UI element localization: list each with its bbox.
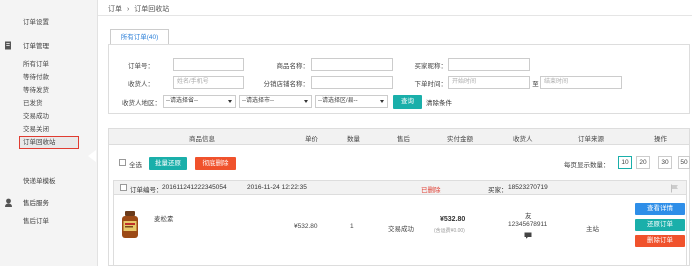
column-header: 操作	[654, 136, 667, 143]
product-image[interactable]	[121, 211, 139, 239]
sidebar-group-express: 快递单模板	[0, 175, 98, 188]
order-source: 主站	[586, 226, 599, 233]
delete-order-button[interactable]: 删除订单	[635, 235, 685, 247]
select-all-label: 全选	[129, 162, 142, 169]
city-select[interactable]: --请选择市--	[239, 95, 312, 108]
province-select[interactable]: --请选择省--	[163, 95, 236, 108]
breadcrumb-root[interactable]: 订单	[108, 6, 122, 13]
page-size-10[interactable]: 10	[618, 156, 632, 169]
paid-amount: ¥532.80	[440, 216, 466, 223]
order-checkbox[interactable]	[120, 184, 127, 191]
sidebar-group-title: 订单管理	[23, 43, 49, 50]
receiver-label: 收货人：	[128, 81, 154, 88]
buyer-label: 买家：	[488, 187, 508, 194]
page-size-label: 每页显示数量：	[564, 162, 610, 169]
end-time-input[interactable]: 结束时间	[540, 76, 622, 89]
active-pointer-icon	[88, 150, 96, 162]
chevron-down-icon	[380, 100, 384, 103]
headset-icon	[4, 198, 13, 207]
sidebar-item-after-sale-orders[interactable]: 售后订单	[0, 215, 98, 228]
product-name-label: 商品名称：	[276, 63, 310, 70]
shop-name-label: 分销店铺名称：	[263, 81, 310, 88]
view-details-button[interactable]: 查看详情	[635, 203, 685, 215]
column-header: 收货人	[513, 136, 533, 143]
sidebar: 订单设置 订单管理 所有订单 等待付款 等待发货 已发货 交易成功 交易关闭 订…	[0, 0, 98, 266]
message-icon[interactable]	[524, 232, 532, 241]
order-no-input[interactable]	[173, 58, 244, 71]
column-header: 商品信息	[189, 136, 215, 143]
page-size-20[interactable]: 20	[636, 156, 650, 169]
sidebar-item-shipped[interactable]: 已发货	[0, 97, 98, 110]
buyer-value: 18523270719	[508, 184, 548, 191]
column-header: 订单来源	[578, 136, 604, 143]
breadcrumb-current: 订单回收站	[134, 6, 170, 13]
order-list: 商品信息 单价 数量 售后 实付金额 收货人 订单来源 操作 全选 批量还原 彻…	[108, 128, 690, 266]
tab-all-orders[interactable]: 所有订单(40)	[110, 29, 169, 45]
sidebar-group-settings: 订单设置	[0, 16, 98, 29]
clear-filters-link[interactable]: 清除条件	[426, 97, 452, 107]
buyer-name-input[interactable]	[448, 58, 530, 71]
receiver-input[interactable]: 姓名/手机号	[173, 76, 244, 89]
receiver-name: 友	[525, 213, 532, 220]
sidebar-item-all-orders[interactable]: 所有订单	[0, 58, 98, 71]
sidebar-item-order-settings[interactable]: 订单设置	[0, 16, 98, 29]
sidebar-item-recycle-bin[interactable]: 订单回收站	[19, 136, 79, 149]
column-header: 实付金额	[447, 136, 473, 143]
product-name[interactable]: 麦松素	[154, 213, 174, 223]
receiver-phone: 12345678911	[508, 221, 548, 228]
breadcrumb: 订单 › 订单回收站	[108, 4, 169, 14]
quantity: 1	[350, 223, 354, 230]
shipping-fee: (含运费¥0.00)	[434, 228, 465, 234]
district-select[interactable]: --请选择区/县--	[315, 95, 388, 108]
page-size-30[interactable]: 30	[658, 156, 672, 169]
order-no: 2016112412223450​54	[162, 184, 227, 191]
search-button[interactable]: 查询	[393, 95, 422, 109]
sidebar-item-closed[interactable]: 交易关闭	[0, 123, 98, 136]
order-status: 已删除	[421, 187, 441, 194]
order-row: 麦松素 ¥532.80 1 交易成功 ¥532.80 (含运费¥0.00) 友 …	[113, 195, 687, 266]
province-select-value: --请选择省--	[166, 98, 198, 104]
sidebar-group-order-manage: 订单管理 所有订单 等待付款 等待发货 已发货 交易成功 交易关闭 订单回收站	[0, 38, 98, 149]
permanent-delete-button[interactable]: 彻底删除	[195, 157, 236, 170]
sidebar-item-awaiting-shipment[interactable]: 等待发货	[0, 84, 98, 97]
city-select-value: --请选择市--	[242, 98, 274, 104]
order-header: 订单编号： 2016112412223450​54 2016-11-24 12:…	[113, 180, 687, 195]
start-time-input[interactable]: 开始时间	[448, 76, 530, 89]
breadcrumb-separator: ›	[126, 6, 130, 13]
buyer-name-label: 买家昵称：	[414, 63, 448, 70]
column-header: 数量	[347, 136, 360, 143]
column-header: 售后	[397, 136, 410, 143]
sidebar-group-title: 售后服务	[23, 200, 49, 207]
shop-name-input[interactable]	[311, 76, 393, 89]
select-all-checkbox[interactable]	[119, 159, 126, 166]
order-no-label: 订单号：	[128, 63, 154, 70]
document-icon	[4, 41, 13, 50]
district-select-value: --请选择区/县--	[318, 98, 358, 104]
restore-order-button[interactable]: 还原订单	[635, 219, 685, 231]
chevron-down-icon	[228, 100, 232, 103]
column-header: 单价	[305, 136, 318, 143]
page-size-50[interactable]: 50	[678, 156, 690, 169]
divider	[98, 15, 692, 16]
sidebar-group-head-after-sale[interactable]: 售后服务	[0, 195, 98, 209]
sidebar-item-completed[interactable]: 交易成功	[0, 110, 98, 123]
sidebar-item-awaiting-payment[interactable]: 等待付款	[0, 71, 98, 84]
order-time: 2016-11-24 12:22:35	[247, 184, 307, 191]
order-time-label: 下单时间：	[414, 81, 448, 88]
sidebar-group-head-order-manage[interactable]: 订单管理	[0, 38, 98, 52]
sidebar-item-express-template[interactable]: 快递单模板	[0, 175, 98, 188]
after-sale-status: 交易成功	[388, 226, 414, 233]
chevron-down-icon	[304, 100, 308, 103]
to-label: 至	[532, 81, 539, 88]
sidebar-group-after-sale: 售后服务 售后订单	[0, 195, 98, 228]
unit-price: ¥532.80	[294, 223, 318, 230]
filter-panel: 订单号： 商品名称： 买家昵称： 收货人： 姓名/手机号 分销店铺名称： 下单时…	[108, 44, 690, 114]
product-name-input[interactable]	[311, 58, 393, 71]
table-header: 商品信息 单价 数量 售后 实付金额 收货人 订单来源 操作	[109, 129, 689, 145]
batch-restore-button[interactable]: 批量还原	[149, 157, 187, 170]
order-no-label: 订单编号：	[130, 187, 163, 194]
flag-icon[interactable]	[670, 184, 679, 195]
region-label: 收货人地区：	[122, 100, 161, 107]
